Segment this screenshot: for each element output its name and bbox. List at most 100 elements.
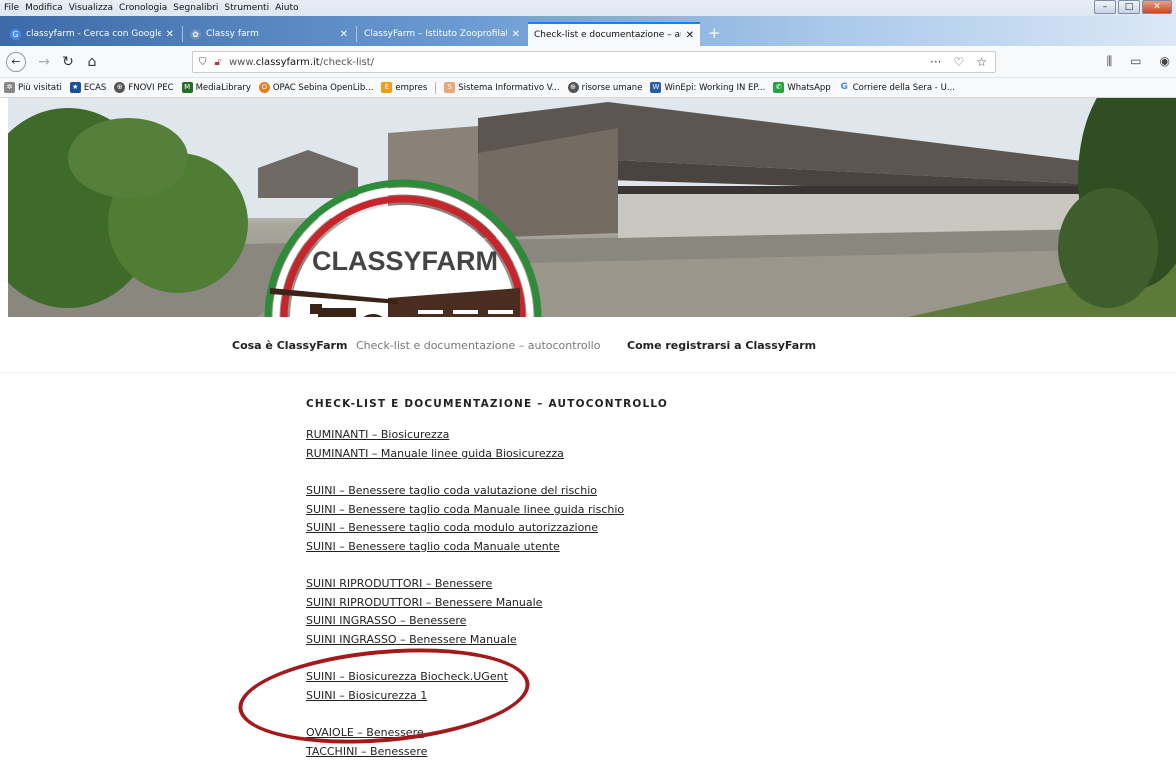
tab-istituto[interactable]: ClassyFarm – Istituto Zooprofilattic ✕ <box>358 22 526 46</box>
doc-link[interactable]: SUINI – Benessere taglio coda modulo aut… <box>306 519 906 538</box>
link-group-suini-taglio-coda: SUINI – Benessere taglio coda valutazion… <box>306 482 906 556</box>
doc-link[interactable]: TACCHINI – Benessere <box>306 743 906 762</box>
close-icon[interactable]: ✕ <box>166 29 174 40</box>
page-title: CHECK-LIST E DOCUMENTAZIONE – AUTOCONTRO… <box>306 398 669 410</box>
site-icon: ✿ <box>190 28 201 40</box>
tab-classy-farm[interactable]: ✿ Classy farm ✕ <box>184 22 354 46</box>
bookmark-label: Sistema Informativo V... <box>458 82 560 93</box>
menu-aiuto[interactable]: Aiuto <box>275 3 298 13</box>
tab-check-list[interactable]: Check-list e documentazione – aut ✕ <box>528 22 700 46</box>
doc-link[interactable]: SUINI – Benessere taglio coda valutazion… <box>306 482 906 501</box>
doc-link[interactable]: RUMINANTI – Manuale linee guida Biosicur… <box>306 445 906 464</box>
logo-text: CLASSYFARM <box>311 246 498 276</box>
tab-label: Check-list e documentazione – aut <box>534 30 681 40</box>
farm-barn-illustration <box>8 98 1176 317</box>
bookmark-whatsapp[interactable]: ✆ WhatsApp <box>773 82 831 93</box>
doc-link[interactable]: OVAIOLE – Benessere <box>306 724 906 743</box>
menu-cronologia[interactable]: Cronologia <box>119 3 167 13</box>
bookmark-label: FNOVI PEC <box>128 82 174 93</box>
bookmark-label: WinEpi: Working IN EP... <box>664 82 766 93</box>
menu-segnalibri[interactable]: Segnalibri <box>173 3 218 13</box>
menu-strumenti[interactable]: Strumenti <box>224 3 269 13</box>
tab-divider <box>182 26 183 42</box>
bookmark-label: ECAS <box>83 82 107 93</box>
bookmark-corriere[interactable]: G Corriere della Sera - U... <box>838 82 955 93</box>
ml-icon: M <box>181 82 193 93</box>
window-close-icon[interactable]: ✕ <box>1142 0 1172 14</box>
close-icon[interactable]: ✕ <box>340 29 348 40</box>
url-text[interactable]: www.classyfarm.it/check-list/ <box>229 57 374 68</box>
bookmark-opac[interactable]: O OPAC Sebina OpenLib... <box>258 82 374 93</box>
doc-link[interactable]: SUINI RIPRODUTTORI – Benessere <box>306 575 906 594</box>
url-domain: classyfarm.it <box>255 56 320 68</box>
site-navigation: Cosa è ClassyFarm Check-list e documenta… <box>0 317 1176 373</box>
bookmark-piu-visitati[interactable]: ✲ Più visitati <box>4 82 62 93</box>
pocket-icon[interactable]: ♡ <box>953 55 964 69</box>
minimize-icon[interactable]: – <box>1094 0 1116 14</box>
reload-icon[interactable]: ↻ <box>58 52 78 72</box>
bookmark-sistema-informativo[interactable]: S Sistema Informativo V... <box>444 82 560 93</box>
bookmarks-toolbar: ✲ Più visitati ★ ECAS ⊕ FNOVI PEC M MediaLib… <box>0 78 1176 98</box>
bookmark-ecas[interactable]: ★ ECAS <box>69 82 107 93</box>
doc-link[interactable]: SUINI – Benessere taglio coda Manuale li… <box>306 501 906 520</box>
bookmark-empres[interactable]: Eempres <box>381 82 427 93</box>
bookmark-label: risorse umane <box>581 82 643 93</box>
tab-google-search[interactable]: G classyfarm - Cerca con Google ✕ <box>4 22 180 46</box>
url-prefix: www. <box>228 56 256 68</box>
bookmark-label: OPAC Sebina OpenLib... <box>272 82 374 93</box>
bookmark-fnovi-pec[interactable]: ⊕ FNOVI PEC <box>114 82 174 93</box>
bookmark-star-icon[interactable]: ☆ <box>976 55 987 69</box>
bookmark-winepi[interactable]: W WinEpi: Working IN EP... <box>650 82 765 93</box>
menu-file[interactable]: File <box>4 3 19 13</box>
eu-icon: ★ <box>69 82 81 93</box>
back-arrow-icon[interactable]: ← <box>6 52 26 72</box>
doc-link[interactable]: SUINI INGRASSO – Benessere Manuale <box>306 631 906 650</box>
shield-icon[interactable]: ⛉ <box>199 57 207 68</box>
tab-label: classyfarm - Cerca con Google <box>26 29 161 39</box>
nav-cosa-e-classyfarm[interactable]: Cosa è ClassyFarm <box>232 339 347 352</box>
winepi-icon: W <box>650 82 662 93</box>
menu-modifica[interactable]: Modifica <box>25 3 63 13</box>
gear-icon: ✲ <box>4 82 15 93</box>
doc-link[interactable]: SUINI – Biosicurezza Biocheck.UGent <box>306 668 906 687</box>
doc-link[interactable]: SUINI – Biosicurezza 1 <box>306 687 906 706</box>
bookmark-label: empres <box>395 82 428 93</box>
doc-link[interactable]: SUINI – Benessere taglio coda Manuale ut… <box>306 538 906 557</box>
link-group-suini-benessere: SUINI RIPRODUTTORI – Benessere SUINI RIP… <box>306 575 906 649</box>
doc-link[interactable]: SUINI INGRASSO – Benessere <box>306 612 906 631</box>
bookmark-label: WhatsApp <box>787 82 831 93</box>
doc-link[interactable]: RUMINANTI – Biosicurezza <box>306 426 906 445</box>
tab-divider <box>356 26 357 42</box>
address-bar[interactable]: ⛉ 🔓︎ www.classyfarm.it/check-list/ ··· ♡… <box>192 51 996 73</box>
sidebar-icon[interactable]: ▭ <box>1130 54 1141 69</box>
insecure-lock-icon[interactable]: 🔓︎ <box>215 57 221 68</box>
tab-label: Classy farm <box>206 29 259 39</box>
classyfarm-logo[interactable]: CLASSYFARM <box>258 138 548 317</box>
home-icon[interactable]: ⌂ <box>82 52 102 72</box>
url-path: /check-list/ <box>319 56 375 68</box>
nav-check-list-documentazione[interactable]: Check-list e documentazione – autocontro… <box>356 339 600 352</box>
empres-icon: E <box>381 82 393 93</box>
menu-bar: File Modifica Visualizza Cronologia Segn… <box>0 0 1176 16</box>
bookmark-risorse-umane[interactable]: ⊕ risorse umane <box>567 82 643 93</box>
close-icon[interactable]: ✕ <box>512 29 520 40</box>
library-icon[interactable]: ⫼ <box>1107 54 1113 69</box>
close-icon[interactable]: ✕ <box>686 30 694 41</box>
bookmark-label: Più visitati <box>18 82 62 93</box>
page-actions-icon[interactable]: ··· <box>930 55 941 69</box>
nav-come-registrarsi[interactable]: Come registrarsi a ClassyFarm <box>627 339 816 352</box>
maximize-icon[interactable]: □ <box>1118 0 1140 14</box>
globe-icon: ⊕ <box>114 82 126 93</box>
whatsapp-icon: ✆ <box>773 82 785 93</box>
menu-visualizza[interactable]: Visualizza <box>69 3 113 13</box>
google-icon: G <box>10 28 21 40</box>
forward-arrow-icon[interactable]: → <box>34 52 54 72</box>
doc-link[interactable]: SUINI RIPRODUTTORI – Benessere Manuale <box>306 594 906 613</box>
google-icon: G <box>838 82 850 93</box>
account-icon[interactable]: ◉ <box>1160 54 1170 69</box>
tab-bar: G classyfarm - Cerca con Google ✕ ✿ Clas… <box>0 16 1176 46</box>
new-tab-icon[interactable]: + <box>708 26 721 41</box>
link-group-suini-biosicurezza: SUINI – Biosicurezza Biocheck.UGent SUIN… <box>306 668 906 705</box>
bookmark-medialibrary[interactable]: M MediaLibrary <box>181 82 251 93</box>
page-content: CHECK-LIST E DOCUMENTAZIONE – AUTOCONTRO… <box>306 398 906 780</box>
